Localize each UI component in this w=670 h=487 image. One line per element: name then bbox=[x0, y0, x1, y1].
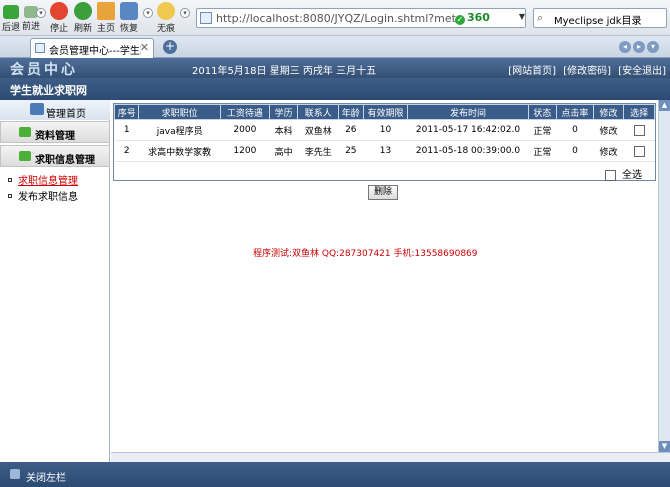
site-banner: 学生就业求职网 bbox=[0, 78, 670, 100]
address-url[interactable]: http://localhost:8080/JYQZ/Login.shtml?m… bbox=[216, 12, 456, 25]
sidebar-item-publish-job[interactable]: 发布求职信息 bbox=[8, 188, 78, 203]
site-home-link[interactable]: [网站首页] bbox=[508, 66, 556, 77]
refresh-button[interactable]: 刷新 bbox=[74, 2, 92, 34]
col-header: 年龄 bbox=[338, 104, 364, 120]
job-table-panel: 序号 求职职位 工资待遇 学历 联系人 年龄 有效期限 发布时间 状态 点击率 … bbox=[113, 103, 656, 181]
col-header: 工资待遇 bbox=[219, 104, 270, 120]
address-bar[interactable]: http://localhost:8080/JYQZ/Login.shtml?m… bbox=[196, 8, 526, 28]
table-row: 1 java程序员 2000 本科 双鱼林 26 10 2011-05-17 1… bbox=[114, 119, 655, 141]
scroll-up-icon[interactable]: ▲ bbox=[659, 100, 670, 111]
table-row: 2 求高中数学家教 1200 高中 李先生 25 13 2011-05-18 0… bbox=[114, 140, 655, 162]
security-badge[interactable]: ✓ 360 bbox=[455, 11, 505, 25]
table-header-row: 序号 求职职位 工资待遇 学历 联系人 年龄 有效期限 发布时间 状态 点击率 … bbox=[113, 104, 655, 120]
col-header: 修改 bbox=[592, 104, 625, 120]
tab-scroll-right-icon[interactable]: ▸ bbox=[633, 41, 645, 53]
restore-button[interactable]: 恢复 bbox=[120, 2, 138, 34]
horizontal-scrollbar[interactable] bbox=[111, 452, 670, 462]
folder-icon bbox=[19, 151, 31, 161]
col-header: 状态 bbox=[527, 104, 558, 120]
tab-favicon-icon bbox=[35, 43, 45, 53]
tab-list-icon[interactable]: ▾ bbox=[647, 41, 659, 53]
col-header: 序号 bbox=[113, 104, 140, 120]
edit-link[interactable]: 修改 bbox=[593, 119, 624, 141]
tab-scroll-left-icon[interactable]: ◂ bbox=[619, 41, 631, 53]
col-header: 求职职位 bbox=[138, 104, 221, 120]
stop-icon bbox=[50, 2, 68, 20]
sidebar: 管理首页 资料管理 求职信息管理 求职信息管理 发布求职信息 bbox=[0, 100, 110, 462]
new-tab-button[interactable]: + bbox=[163, 40, 177, 54]
browser-toolbar: 后退 前进 ▾ 停止 刷新 主页 恢复 ▾ 无痕 ▾ http://localh… bbox=[0, 0, 670, 36]
site-logo: 会员中心 bbox=[10, 62, 78, 78]
undo-icon bbox=[120, 2, 138, 20]
col-header: 选择 bbox=[623, 104, 655, 120]
select-all[interactable]: 全选 bbox=[605, 166, 642, 181]
incognito-icon bbox=[157, 2, 175, 20]
col-header: 联系人 bbox=[297, 104, 340, 120]
bullet-icon bbox=[8, 178, 12, 182]
header-links: [网站首页] [修改密码] [安全退出] bbox=[504, 62, 666, 77]
bullet-icon bbox=[8, 194, 12, 198]
back-button[interactable]: 后退 bbox=[2, 2, 20, 33]
current-date: 2011年5月18日 星期三 丙戌年 三月十五 bbox=[192, 66, 377, 77]
change-password-link[interactable]: [修改密码] bbox=[563, 66, 611, 77]
edit-link[interactable]: 修改 bbox=[593, 140, 624, 162]
job-table: 序号 求职职位 工资待遇 学历 联系人 年龄 有效期限 发布时间 状态 点击率 … bbox=[113, 104, 655, 162]
tab-member-center[interactable]: 会员管理中心---学生就... ✕ bbox=[30, 38, 154, 58]
tab-bar: 会员管理中心---学生就... ✕ + ◂ ▸ ▾ bbox=[0, 36, 670, 58]
site-header: 会员中心 2011年5月18日 星期三 丙戌年 三月十五 [网站首页] [修改密… bbox=[0, 58, 670, 78]
history-dropdown[interactable]: ▾ bbox=[36, 8, 46, 18]
sidebar-section-jobs[interactable]: 求职信息管理 bbox=[0, 145, 110, 167]
home-button[interactable]: 主页 bbox=[97, 2, 115, 34]
sidebar-home[interactable]: 管理首页 bbox=[0, 100, 110, 120]
computer-icon bbox=[30, 103, 44, 115]
col-header: 发布时间 bbox=[407, 104, 529, 120]
address-dropdown[interactable]: ▼ bbox=[516, 9, 528, 25]
row-select-checkbox[interactable] bbox=[633, 145, 645, 157]
refresh-icon bbox=[74, 2, 92, 20]
main-content: 序号 求职职位 工资待遇 学历 联系人 年龄 有效期限 发布时间 状态 点击率 … bbox=[111, 100, 658, 452]
back-arrow-icon bbox=[3, 5, 19, 19]
folder-icon bbox=[19, 127, 31, 137]
search-icon: ⌕ bbox=[537, 11, 544, 24]
vertical-scrollbar[interactable]: ▲ ▼ bbox=[658, 100, 670, 452]
sidebar-item-job-management[interactable]: 求职信息管理 bbox=[8, 172, 78, 187]
stop-button[interactable]: 停止 bbox=[50, 2, 68, 34]
panel-toggle-icon[interactable] bbox=[10, 469, 20, 479]
sidebar-section-profile[interactable]: 资料管理 bbox=[0, 121, 110, 143]
home-icon bbox=[97, 2, 115, 20]
row-select-checkbox[interactable] bbox=[633, 124, 645, 136]
incognito-button[interactable]: 无痕 bbox=[157, 2, 175, 34]
col-header: 有效期限 bbox=[362, 104, 409, 120]
contact-message: 程序测试:双鱼林 QQ:287307421 手机:13558690869 bbox=[253, 249, 478, 259]
bottom-bar: 关闭左栏 bbox=[0, 462, 670, 487]
incognito-dropdown[interactable]: ▾ bbox=[180, 8, 190, 18]
scroll-down-icon[interactable]: ▼ bbox=[659, 441, 670, 452]
logout-link[interactable]: [安全退出] bbox=[618, 66, 666, 77]
restore-dropdown[interactable]: ▾ bbox=[143, 8, 153, 18]
site-name: 学生就业求职网 bbox=[10, 84, 87, 97]
col-header: 学历 bbox=[268, 104, 299, 120]
search-input[interactable]: Myeclipse jdk目录 bbox=[554, 12, 664, 27]
search-box[interactable]: ⌕ Myeclipse jdk目录 bbox=[533, 8, 667, 28]
close-tab-icon[interactable]: ✕ bbox=[140, 41, 149, 54]
page-favicon-icon bbox=[200, 12, 212, 24]
close-sidebar-link[interactable]: 关闭左栏 bbox=[26, 469, 66, 484]
select-all-checkbox[interactable] bbox=[605, 169, 616, 181]
checkmark-icon: ✓ bbox=[455, 15, 465, 25]
col-header: 点击率 bbox=[556, 104, 594, 120]
delete-button[interactable]: 删除 bbox=[368, 185, 398, 200]
